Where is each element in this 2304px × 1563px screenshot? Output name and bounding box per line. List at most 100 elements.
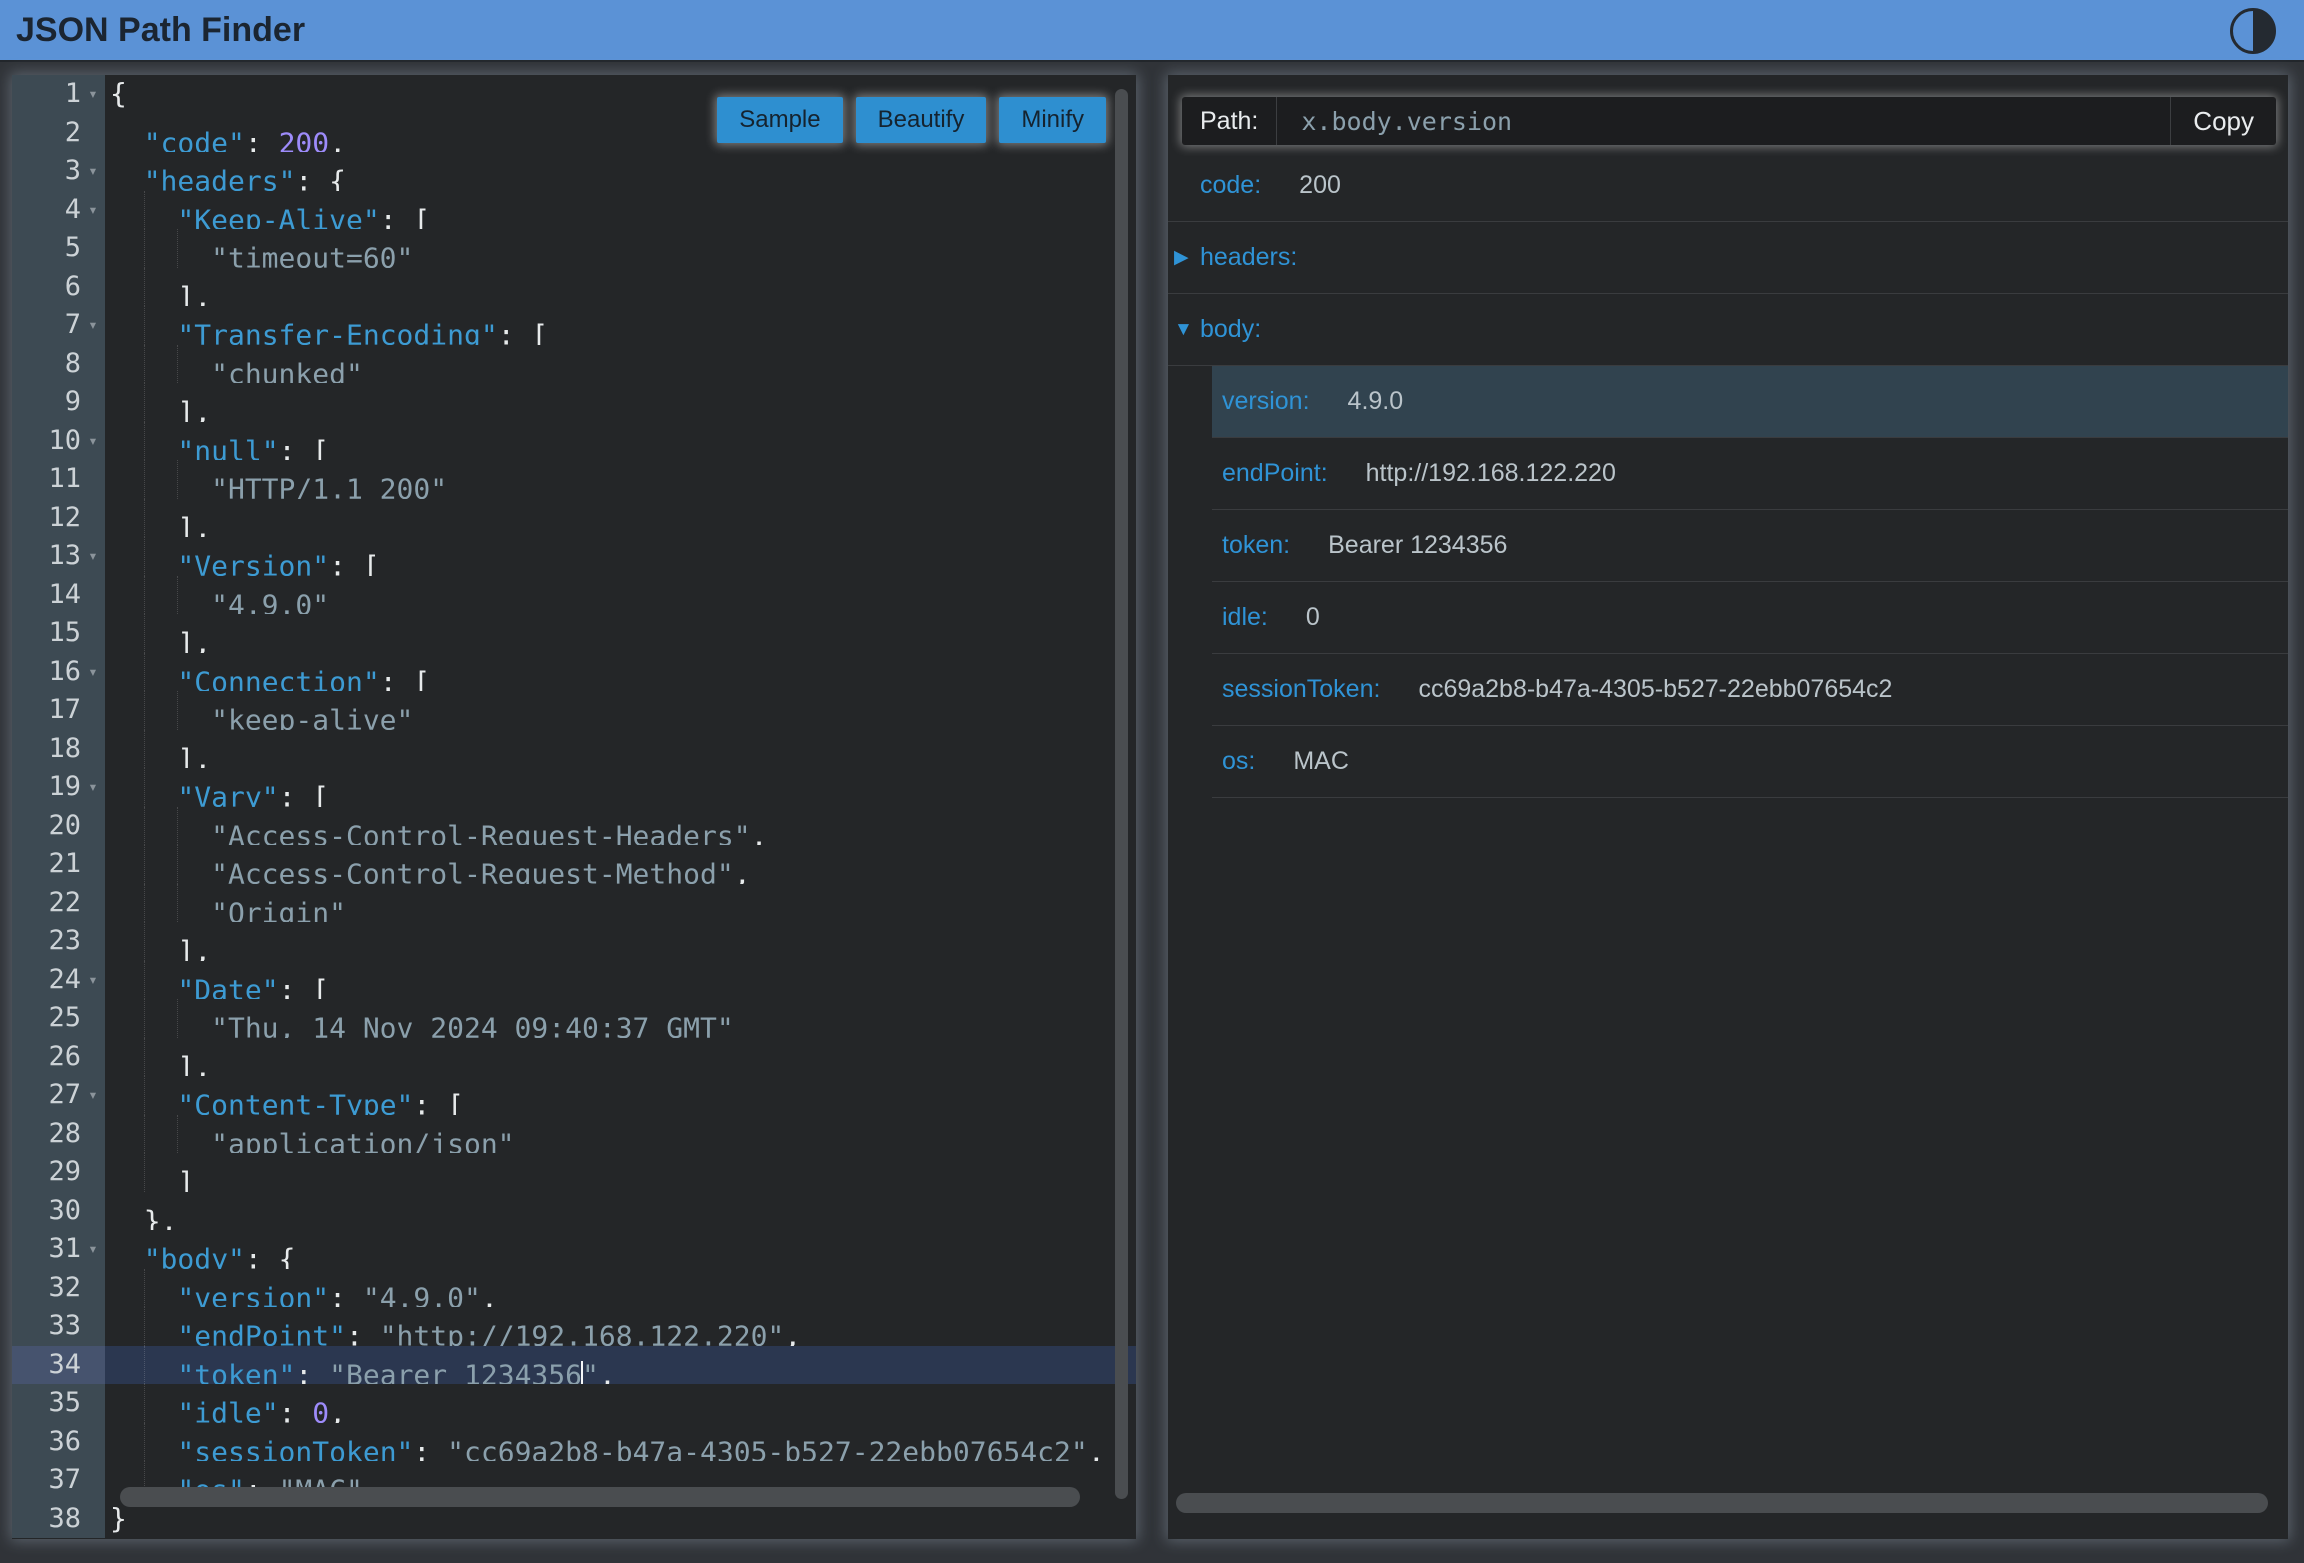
tree-row-sessionToken[interactable]: sessionToken:cc69a2b8-b47a-4305-b527-22e… xyxy=(1212,654,2288,726)
tree-row-headers[interactable]: ▶headers: xyxy=(1168,222,2288,294)
tree-key: os: xyxy=(1222,747,1255,776)
line-number: 34 xyxy=(12,1346,105,1385)
code-text: "Thu, 14 Nov 2024 09:40:37 GMT" xyxy=(105,999,1136,1038)
code-text: "Content-Type": [ xyxy=(105,1076,1136,1115)
code-line-5[interactable]: 5"timeout=60" xyxy=(12,229,1136,268)
tree-row-endPoint[interactable]: endPoint:http://192.168.122.220 xyxy=(1212,438,2288,510)
code-line-26[interactable]: 26], xyxy=(12,1038,1136,1077)
fold-arrow-icon[interactable]: ▾ xyxy=(81,152,105,191)
tree-row-code[interactable]: code:200 xyxy=(1168,150,2288,222)
code-line-10[interactable]: 10▾"null": [ xyxy=(12,422,1136,461)
editor-vertical-scrollbar[interactable] xyxy=(1115,89,1128,1499)
code-line-3[interactable]: 3▾"headers": { xyxy=(12,152,1136,191)
code-line-18[interactable]: 18], xyxy=(12,730,1136,769)
code-text: ], xyxy=(105,614,1136,653)
code-line-15[interactable]: 15], xyxy=(12,614,1136,653)
fold-arrow-icon[interactable]: ▾ xyxy=(81,422,105,461)
code-line-29[interactable]: 29] xyxy=(12,1153,1136,1192)
code-line-21[interactable]: 21"Access-Control-Request-Method", xyxy=(12,845,1136,884)
code-text: "token": "Bearer 1234356", xyxy=(105,1346,1136,1385)
code-line-13[interactable]: 13▾"Version": [ xyxy=(12,537,1136,576)
code-text: "Access-Control-Request-Headers", xyxy=(105,807,1136,846)
code-line-30[interactable]: 30}, xyxy=(12,1192,1136,1231)
code-line-12[interactable]: 12], xyxy=(12,499,1136,538)
theme-toggle-icon[interactable] xyxy=(2230,8,2276,54)
code-text: "chunked" xyxy=(105,345,1136,384)
minify-button[interactable]: Minify xyxy=(999,97,1106,143)
chevron-down-icon[interactable]: ▼ xyxy=(1174,319,1200,341)
code-text: "headers": { xyxy=(105,152,1136,191)
code-line-24[interactable]: 24▾"Date": [ xyxy=(12,961,1136,1000)
code-text: "endPoint": "http://192.168.122.220", xyxy=(105,1307,1136,1346)
line-number: 25 xyxy=(12,999,105,1038)
chevron-right-icon[interactable]: ▶ xyxy=(1174,246,1200,269)
sample-button[interactable]: Sample xyxy=(717,97,842,143)
code-line-36[interactable]: 36"sessionToken": "cc69a2b8-b47a-4305-b5… xyxy=(12,1423,1136,1462)
tree-value: Bearer 1234356 xyxy=(1328,531,1507,560)
tree-value: 200 xyxy=(1299,171,1341,200)
code-line-7[interactable]: 7▾"Transfer-Encoding": [ xyxy=(12,306,1136,345)
tree-value: http://192.168.122.220 xyxy=(1366,459,1616,488)
code-text: "sessionToken": "cc69a2b8-b47a-4305-b527… xyxy=(105,1423,1136,1462)
fold-arrow-icon[interactable]: ▾ xyxy=(81,75,105,114)
code-line-9[interactable]: 9], xyxy=(12,383,1136,422)
fold-arrow-icon[interactable]: ▾ xyxy=(81,768,105,807)
path-input[interactable]: x.body.version xyxy=(1277,97,2171,145)
code-line-6[interactable]: 6], xyxy=(12,268,1136,307)
line-number: 20 xyxy=(12,807,105,846)
fold-arrow-icon[interactable]: ▾ xyxy=(81,1230,105,1269)
inspector-horizontal-scrollbar[interactable] xyxy=(1176,1493,2268,1513)
line-number: 3▾ xyxy=(12,152,105,191)
json-tree: code:200▶headers:▼body:version:4.9.0endP… xyxy=(1168,150,2288,798)
code-line-32[interactable]: 32"version": "4.9.0", xyxy=(12,1269,1136,1308)
code-line-31[interactable]: 31▾"body": { xyxy=(12,1230,1136,1269)
path-label: Path: xyxy=(1182,97,1277,145)
line-number: 1▾ xyxy=(12,75,105,114)
tree-children: version:4.9.0endPoint:http://192.168.122… xyxy=(1212,366,2288,798)
code-line-4[interactable]: 4▾"Keep-Alive": [ xyxy=(12,191,1136,230)
tree-row-os[interactable]: os:MAC xyxy=(1212,726,2288,798)
fold-arrow-icon[interactable]: ▾ xyxy=(81,191,105,230)
code-editor[interactable]: 1▾{2"code": 200,3▾"headers": {4▾"Keep-Al… xyxy=(12,75,1136,1539)
code-line-25[interactable]: 25"Thu, 14 Nov 2024 09:40:37 GMT" xyxy=(12,999,1136,1038)
fold-arrow-icon[interactable]: ▾ xyxy=(81,306,105,345)
tree-value: 4.9.0 xyxy=(1348,387,1404,416)
code-line-16[interactable]: 16▾"Connection": [ xyxy=(12,653,1136,692)
line-number: 26 xyxy=(12,1038,105,1077)
fold-arrow-icon[interactable]: ▾ xyxy=(81,961,105,1000)
code-line-33[interactable]: 33"endPoint": "http://192.168.122.220", xyxy=(12,1307,1136,1346)
line-number: 27▾ xyxy=(12,1076,105,1115)
beautify-button[interactable]: Beautify xyxy=(856,97,987,143)
line-number: 33 xyxy=(12,1307,105,1346)
tree-row-token[interactable]: token:Bearer 1234356 xyxy=(1212,510,2288,582)
code-text: "Vary": [ xyxy=(105,768,1136,807)
copy-button[interactable]: Copy xyxy=(2171,97,2276,145)
tree-row-idle[interactable]: idle:0 xyxy=(1212,582,2288,654)
editor-horizontal-scrollbar[interactable] xyxy=(120,1487,1080,1507)
code-line-8[interactable]: 8"chunked" xyxy=(12,345,1136,384)
code-line-35[interactable]: 35"idle": 0, xyxy=(12,1384,1136,1423)
code-line-17[interactable]: 17"keep-alive" xyxy=(12,691,1136,730)
code-line-27[interactable]: 27▾"Content-Type": [ xyxy=(12,1076,1136,1115)
fold-arrow-icon[interactable]: ▾ xyxy=(81,1076,105,1115)
fold-arrow-icon[interactable]: ▾ xyxy=(81,537,105,576)
code-line-23[interactable]: 23], xyxy=(12,922,1136,961)
line-number: 15 xyxy=(12,614,105,653)
fold-arrow-icon[interactable]: ▾ xyxy=(81,653,105,692)
tree-row-body[interactable]: ▼body: xyxy=(1168,294,2288,366)
code-line-34[interactable]: 34"token": "Bearer 1234356", xyxy=(12,1346,1136,1385)
code-text: "application/json" xyxy=(105,1115,1136,1154)
code-line-28[interactable]: 28"application/json" xyxy=(12,1115,1136,1154)
line-number: 9 xyxy=(12,383,105,422)
line-number: 30 xyxy=(12,1192,105,1231)
code-line-14[interactable]: 14"4.9.0" xyxy=(12,576,1136,615)
line-number: 35 xyxy=(12,1384,105,1423)
code-line-20[interactable]: 20"Access-Control-Request-Headers", xyxy=(12,807,1136,846)
code-line-19[interactable]: 19▾"Vary": [ xyxy=(12,768,1136,807)
tree-row-version[interactable]: version:4.9.0 xyxy=(1212,366,2288,438)
code-text: "Access-Control-Request-Method", xyxy=(105,845,1136,884)
editor-toolbar: Sample Beautify Minify xyxy=(717,97,1106,143)
code-line-22[interactable]: 22"Origin" xyxy=(12,884,1136,923)
code-line-11[interactable]: 11"HTTP/1.1 200" xyxy=(12,460,1136,499)
line-number: 38 xyxy=(12,1500,105,1539)
